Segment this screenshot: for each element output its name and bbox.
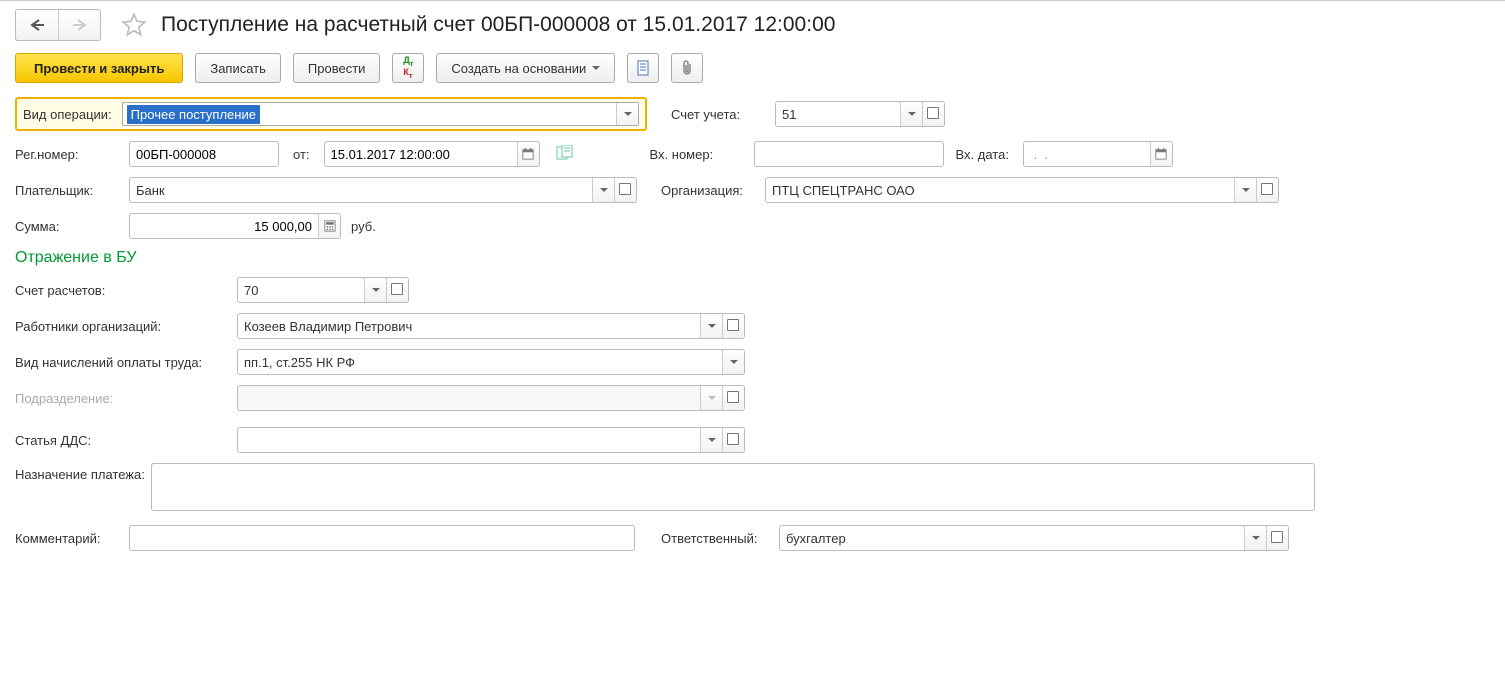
organization-label: Организация: xyxy=(661,183,765,198)
employees-label: Работники организаций: xyxy=(15,319,237,334)
subdivision-dropdown-button xyxy=(700,386,722,410)
comment-label: Комментарий: xyxy=(15,531,129,546)
in-number-field[interactable] xyxy=(754,141,944,167)
operation-type-select[interactable]: Прочее поступление xyxy=(122,102,639,126)
reg-number-label: Рег.номер: xyxy=(15,147,129,162)
in-number-input[interactable] xyxy=(755,142,943,166)
settlement-account-open-button[interactable] xyxy=(386,278,408,302)
organization-dropdown-button[interactable] xyxy=(1234,178,1256,202)
paperclip-icon xyxy=(680,60,694,76)
payer-label: Плательщик: xyxy=(15,183,129,198)
accrual-type-field[interactable]: пп.1, ст.255 НК РФ xyxy=(237,349,745,375)
settlement-account-value: 70 xyxy=(238,278,364,302)
organization-value: ПТЦ СПЕЦТРАНС ОАО xyxy=(766,178,1234,202)
responsible-dropdown-button[interactable] xyxy=(1244,526,1266,550)
comment-input[interactable] xyxy=(130,526,634,550)
date-field[interactable] xyxy=(324,141,540,167)
document-icon-button[interactable] xyxy=(627,53,659,83)
document-icon xyxy=(635,60,651,76)
responsible-value: бухгалтер xyxy=(780,526,1244,550)
date-calendar-button[interactable] xyxy=(517,142,539,166)
calculator-icon xyxy=(324,220,336,232)
dds-article-label: Статья ДДС: xyxy=(15,433,237,448)
favorite-star-icon[interactable] xyxy=(121,12,147,38)
subdivision-open-button xyxy=(722,386,744,410)
sum-field[interactable] xyxy=(129,213,341,239)
in-date-input[interactable] xyxy=(1024,142,1150,166)
calendar-icon xyxy=(522,148,534,160)
responsible-field[interactable]: бухгалтер xyxy=(779,525,1289,551)
dds-article-dropdown-button[interactable] xyxy=(700,428,722,452)
account-field[interactable]: 51 xyxy=(775,101,945,127)
reg-number-field[interactable] xyxy=(129,141,279,167)
in-date-calendar-button[interactable] xyxy=(1150,142,1172,166)
operation-type-dropdown-button[interactable] xyxy=(616,103,638,125)
responsible-label: Ответственный: xyxy=(661,531,779,546)
payment-purpose-label: Назначение платежа: xyxy=(15,463,151,482)
employee-field[interactable]: Козеев Владимир Петрович xyxy=(237,313,745,339)
settlement-account-label: Счет расчетов: xyxy=(15,283,237,298)
sum-input[interactable] xyxy=(130,214,318,238)
dt-kt-icon: ДтКт xyxy=(403,56,413,80)
payment-purpose-textarea[interactable] xyxy=(151,463,1315,511)
subdivision-field xyxy=(237,385,745,411)
reg-number-input[interactable] xyxy=(130,142,278,166)
subdivision-value xyxy=(238,386,700,410)
in-date-label: Вх. дата: xyxy=(956,147,1015,162)
in-date-field[interactable] xyxy=(1023,141,1173,167)
payer-open-button[interactable] xyxy=(614,178,636,202)
dds-article-value xyxy=(238,428,700,452)
save-button[interactable]: Записать xyxy=(195,53,281,83)
accrual-type-dropdown-button[interactable] xyxy=(722,350,744,374)
from-label: от: xyxy=(293,147,316,162)
subdivision-label: Подразделение: xyxy=(15,391,237,406)
dds-article-field[interactable] xyxy=(237,427,745,453)
attach-button[interactable] xyxy=(671,53,703,83)
employee-value: Козеев Владимир Петрович xyxy=(238,314,700,338)
payer-dropdown-button[interactable] xyxy=(592,178,614,202)
in-number-label: Вх. номер: xyxy=(650,147,754,162)
operation-type-label: Вид операции: xyxy=(23,107,118,122)
sum-calc-button[interactable] xyxy=(318,214,340,238)
nav-buttons xyxy=(15,9,101,41)
nav-back-button[interactable] xyxy=(16,10,58,40)
account-value: 51 xyxy=(776,102,900,126)
date-input[interactable] xyxy=(325,142,517,166)
account-label: Счет учета: xyxy=(671,107,775,122)
bu-section-title: Отражение в БУ xyxy=(15,249,1490,267)
settlement-account-field[interactable]: 70 xyxy=(237,277,409,303)
organization-open-button[interactable] xyxy=(1256,178,1278,202)
nav-forward-button[interactable] xyxy=(58,10,100,40)
create-based-on-button[interactable]: Создать на основании xyxy=(436,53,615,83)
employee-open-button[interactable] xyxy=(722,314,744,338)
post-button[interactable]: Провести xyxy=(293,53,381,83)
calendar-icon xyxy=(1155,148,1167,160)
account-open-button[interactable] xyxy=(922,102,944,126)
linked-doc-icon[interactable] xyxy=(556,145,574,164)
sum-label: Сумма: xyxy=(15,219,129,234)
dt-kt-button[interactable]: ДтКт xyxy=(392,53,424,83)
organization-field[interactable]: ПТЦ СПЕЦТРАНС ОАО xyxy=(765,177,1279,203)
dds-article-open-button[interactable] xyxy=(722,428,744,452)
employee-dropdown-button[interactable] xyxy=(700,314,722,338)
comment-field[interactable] xyxy=(129,525,635,551)
settlement-account-dropdown-button[interactable] xyxy=(364,278,386,302)
page-title: Поступление на расчетный счет 00БП-00000… xyxy=(161,13,835,37)
payer-value: Банк xyxy=(130,178,592,202)
account-dropdown-button[interactable] xyxy=(900,102,922,126)
accrual-type-value: пп.1, ст.255 НК РФ xyxy=(238,350,722,374)
post-and-close-button[interactable]: Провести и закрыть xyxy=(15,53,183,83)
operation-type-value: Прочее поступление xyxy=(127,105,260,124)
payer-field[interactable]: Банк xyxy=(129,177,637,203)
accrual-type-label: Вид начислений оплаты труда: xyxy=(15,355,237,370)
currency-label: руб. xyxy=(351,219,376,234)
responsible-open-button[interactable] xyxy=(1266,526,1288,550)
